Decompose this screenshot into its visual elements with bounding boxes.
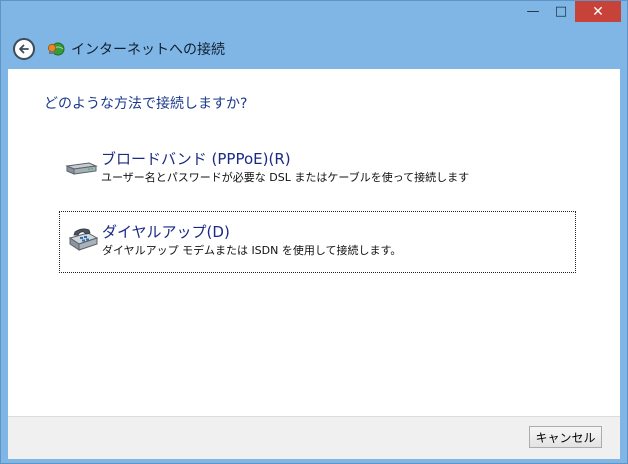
maximize-icon: □ xyxy=(554,4,568,19)
caption-buttons: — □ ✕ xyxy=(519,1,621,23)
dialup-option-description: ダイヤルアップ モデムまたは ISDN を使用して接続します。 xyxy=(102,244,402,257)
minimize-button[interactable]: — xyxy=(519,1,547,22)
page-heading: どのような方法で接続しますか? xyxy=(44,96,248,112)
broadband-option-description: ユーザー名とパスワードが必要な DSL またはケーブルを使って接続します xyxy=(101,171,470,184)
dialup-option[interactable]: ダイヤルアップ(D) ダイヤルアップ モデムまたは ISDN を使用して接続しま… xyxy=(59,211,576,273)
minimize-icon: — xyxy=(526,4,540,19)
button-bar: キャンセル xyxy=(8,416,620,459)
broadband-option-title: ブロードバンド (PPPoE)(R) xyxy=(101,150,291,168)
maximize-button[interactable]: □ xyxy=(547,1,575,22)
dialup-option-title: ダイヤルアップ(D) xyxy=(102,223,230,241)
wizard-header: インターネットへの接続 xyxy=(8,31,620,67)
network-globe-icon xyxy=(47,42,65,56)
back-button[interactable] xyxy=(13,38,35,60)
dialog-window: — □ ✕ インターネットへの接続 どのような方法で接続しますか? ブロードバン… xyxy=(0,0,628,464)
content-area: どのような方法で接続しますか? ブロードバンド (PPPoE)(R) ユーザー名… xyxy=(8,69,620,416)
cancel-button[interactable]: キャンセル xyxy=(529,426,602,448)
broadband-modem-icon xyxy=(65,162,98,175)
close-button[interactable]: ✕ xyxy=(575,1,621,22)
dialup-phone-icon xyxy=(68,228,99,251)
back-arrow-icon xyxy=(19,44,29,54)
window-title: インターネットへの接続 xyxy=(71,42,225,58)
close-icon: ✕ xyxy=(592,3,604,20)
broadband-option[interactable]: ブロードバンド (PPPoE)(R) ユーザー名とパスワードが必要な DSL ま… xyxy=(59,139,576,201)
